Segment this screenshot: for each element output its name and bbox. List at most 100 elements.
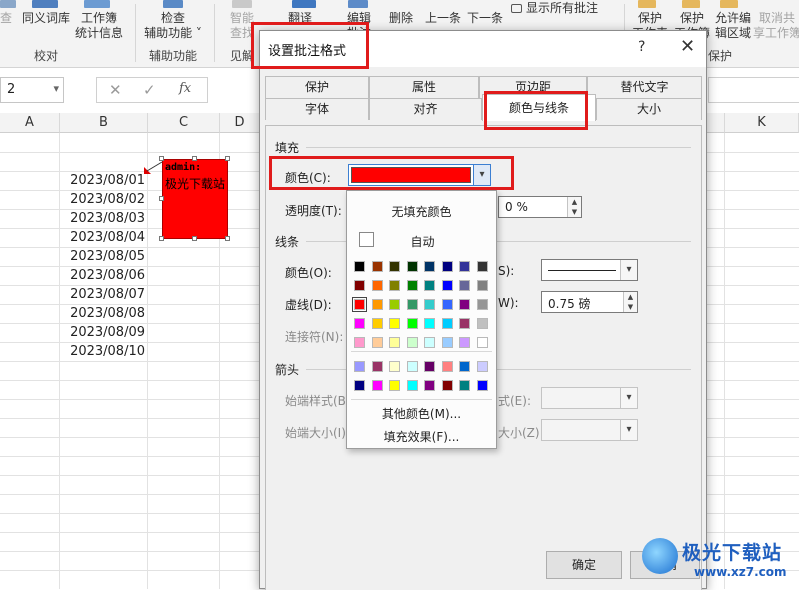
date-cell[interactable]: 2023/08/05 [60,247,148,266]
color-swatch[interactable] [476,299,488,310]
previous-comment-button[interactable]: 上一条 [425,11,461,26]
color-swatch[interactable] [371,299,383,310]
color-swatch[interactable] [424,299,435,310]
color-swatch[interactable] [459,380,470,391]
date-cell[interactable]: 2023/08/04 [60,228,148,247]
thesaurus-button[interactable]: 同义词库 [22,11,70,26]
comment-box[interactable]: admin: 极光下载站 [162,159,228,239]
color-swatch[interactable] [459,361,470,372]
more-colors-option[interactable]: 其他颜色(M)... [347,405,496,422]
chevron-down-icon[interactable]: ▾ [53,82,59,95]
line-weight-input[interactable]: 0.75 磅 ▲ ▼ [541,291,638,313]
next-comment-button[interactable]: 下一条 [467,11,503,26]
workbook-statistics-button[interactable]: 工作簿 统计信息 [72,11,126,41]
color-swatch[interactable] [389,361,400,372]
tab-alignment[interactable]: 对齐 [369,98,482,120]
column-header-k[interactable]: K [725,113,799,133]
color-swatch[interactable] [441,280,453,291]
ok-button[interactable]: 确定 [546,551,622,579]
help-icon[interactable]: ? [638,39,645,55]
column-header-c[interactable]: C [148,113,220,133]
color-swatch[interactable] [441,299,453,310]
color-swatch[interactable] [459,280,470,291]
color-swatch[interactable] [424,361,435,372]
line-style-dropdown[interactable]: ▾ [541,259,638,281]
insert-function-icon[interactable]: fx [179,81,191,96]
color-swatch[interactable] [406,318,418,329]
resize-handle[interactable] [159,156,164,161]
color-swatch[interactable] [371,280,383,291]
date-cell[interactable]: 2023/08/07 [60,285,148,304]
column-header-a[interactable]: A [0,113,60,133]
resize-handle[interactable] [192,236,197,241]
tab-font[interactable]: 字体 [265,98,369,120]
tab-protection[interactable]: 保护 [265,76,369,98]
color-swatch[interactable] [476,361,488,372]
resize-handle[interactable] [159,196,164,201]
resize-handle[interactable] [225,236,230,241]
cancel-icon[interactable]: ✕ [109,81,122,99]
color-swatch[interactable] [354,380,365,391]
end-size-dropdown[interactable]: ▾ [541,419,638,441]
color-swatch[interactable] [476,318,488,329]
tab-alt-text[interactable]: 替代文字 [587,76,702,98]
color-swatch[interactable] [459,337,470,348]
color-swatch[interactable] [389,280,400,291]
color-swatch[interactable] [441,318,453,329]
color-swatch[interactable] [371,337,383,348]
formula-input[interactable] [708,77,799,103]
fill-effects-option[interactable]: 填充效果(F)... [347,428,496,445]
color-swatch[interactable] [389,380,400,391]
color-swatch[interactable] [476,380,488,391]
color-swatch[interactable] [371,318,383,329]
transparency-input[interactable]: 0 % ▲ ▼ [498,196,582,218]
tab-properties[interactable]: 属性 [369,76,479,98]
color-swatch[interactable] [476,337,488,348]
color-swatch[interactable] [441,380,453,391]
resize-handle[interactable] [192,156,197,161]
spelling-button[interactable]: 查 [0,11,12,26]
column-header-d[interactable]: D [220,113,260,133]
column-header-blank[interactable] [707,113,725,133]
resize-handle[interactable] [225,156,230,161]
date-cell[interactable]: 2023/08/01 [60,171,148,190]
color-swatch[interactable] [476,280,488,291]
color-swatch[interactable] [459,299,470,310]
color-swatch[interactable] [441,261,453,272]
color-swatch[interactable] [352,297,367,312]
color-swatch[interactable] [354,280,365,291]
color-swatch[interactable] [389,299,400,310]
color-swatch[interactable] [406,261,418,272]
resize-handle[interactable] [159,236,164,241]
allow-edit-ranges-button[interactable]: 允许编 辑区域 [712,11,754,41]
color-swatch[interactable] [424,380,435,391]
column-header-b[interactable]: B [60,113,148,133]
color-swatch[interactable] [476,261,488,272]
spinner-arrows-icon[interactable]: ▲ ▼ [623,292,637,312]
spinner-arrows-icon[interactable]: ▲ ▼ [567,197,581,217]
end-style-dropdown[interactable]: ▾ [541,387,638,409]
check-accessibility-button[interactable]: 检查 辅助功能 ˅ [143,11,203,41]
color-swatch[interactable] [354,361,365,372]
tab-size[interactable]: 大小 [596,98,702,120]
chevron-down-icon[interactable]: ▾ [620,420,637,440]
color-swatch[interactable] [406,380,418,391]
color-swatch[interactable] [406,337,418,348]
color-swatch[interactable] [441,337,453,348]
date-cell[interactable]: 2023/08/06 [60,266,148,285]
color-swatch[interactable] [459,318,470,329]
date-cell[interactable]: 2023/08/10 [60,342,148,361]
color-swatch[interactable] [389,337,400,348]
color-swatch[interactable] [424,337,435,348]
color-swatch[interactable] [406,299,418,310]
no-fill-option[interactable]: 无填充颜色 [347,203,496,220]
color-swatch[interactable] [354,261,365,272]
chevron-down-icon[interactable]: ▾ [620,388,637,408]
color-swatch[interactable] [371,361,383,372]
color-swatch[interactable] [389,261,400,272]
color-swatch[interactable] [389,318,400,329]
color-swatch[interactable] [424,318,435,329]
color-swatch[interactable] [406,361,418,372]
date-cell[interactable]: 2023/08/09 [60,323,148,342]
color-swatch[interactable] [371,261,383,272]
